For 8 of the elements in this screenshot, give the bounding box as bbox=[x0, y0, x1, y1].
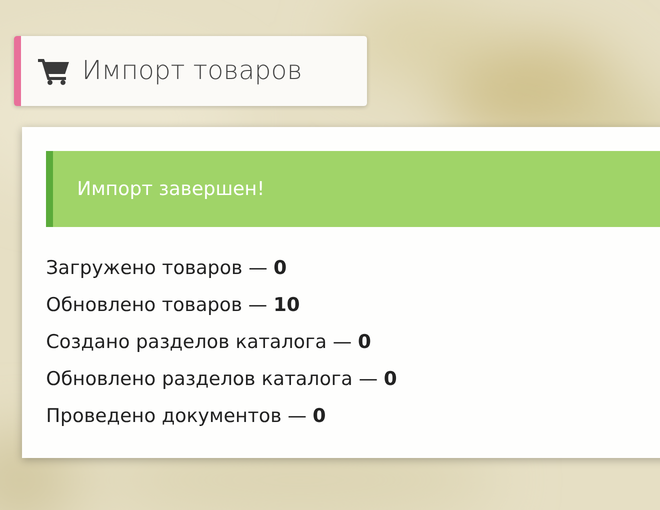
result-line: Обновлено товаров — 10 bbox=[46, 293, 300, 318]
result-line: Загружено товаров — 0 bbox=[46, 256, 287, 281]
cart-icon bbox=[38, 57, 70, 85]
page-title: Импорт товаров bbox=[82, 56, 302, 86]
alert-text: Импорт завершен! bbox=[77, 178, 265, 200]
result-line: Проведено документов — 0 bbox=[46, 404, 326, 429]
result-line: Создано разделов каталога — 0 bbox=[46, 330, 372, 355]
result-line: Обновлено разделов каталога — 0 bbox=[46, 367, 398, 392]
